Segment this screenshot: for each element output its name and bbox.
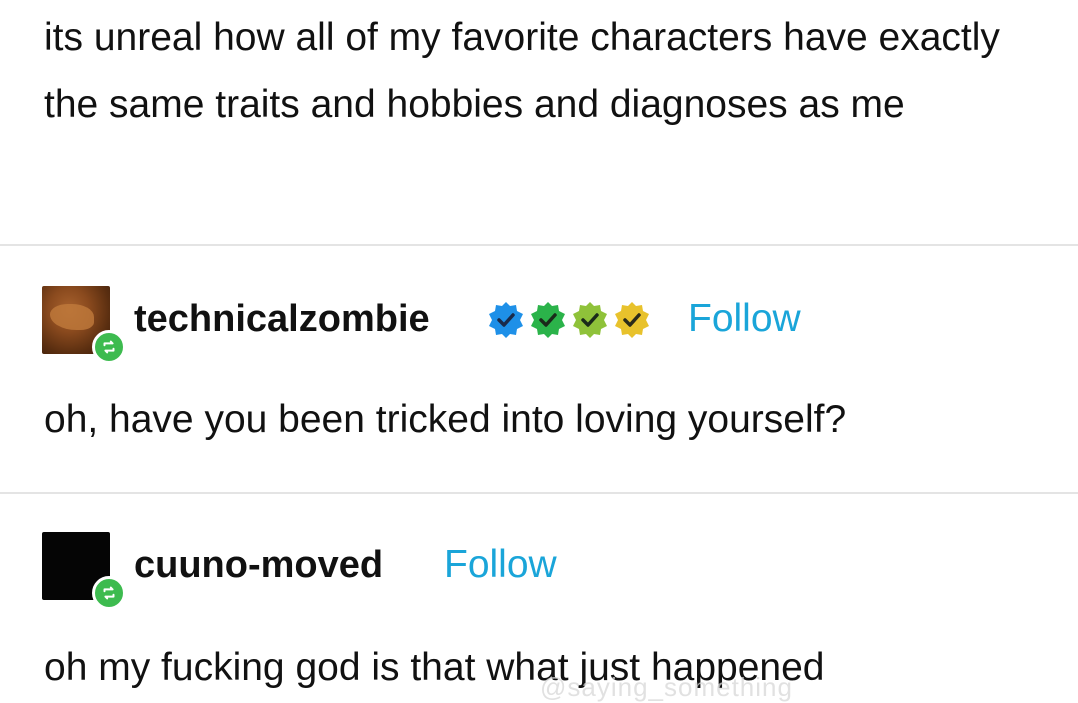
verified-check-icon bbox=[486, 300, 526, 340]
divider bbox=[0, 492, 1078, 494]
reply-text: oh, have you been tricked into loving yo… bbox=[44, 398, 847, 441]
follow-button[interactable]: Follow bbox=[444, 542, 557, 588]
reblog-icon bbox=[92, 330, 126, 364]
reblog-icon bbox=[92, 576, 126, 610]
username[interactable]: technicalzombie bbox=[134, 296, 430, 342]
original-post-text: its unreal how all of my favorite charac… bbox=[44, 16, 1000, 126]
username[interactable]: cuuno-moved bbox=[134, 542, 383, 588]
follow-button[interactable]: Follow bbox=[688, 296, 801, 342]
verified-check-icon bbox=[528, 300, 568, 340]
divider bbox=[0, 244, 1078, 246]
verified-check-icon bbox=[612, 300, 652, 340]
watermark: @saying_something bbox=[540, 672, 793, 702]
verified-check-icon bbox=[570, 300, 610, 340]
verified-badges bbox=[486, 300, 652, 340]
